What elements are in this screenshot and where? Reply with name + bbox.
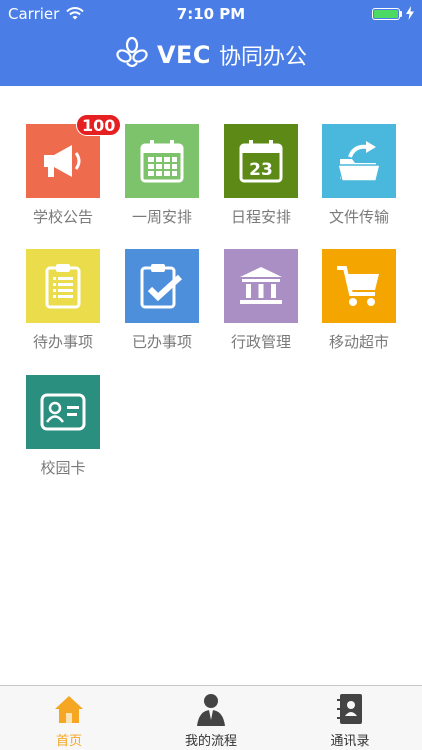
- tile-label: 文件传输: [328, 208, 389, 226]
- tile-icon-box: 23: [224, 124, 298, 198]
- status-time: 7:10 PM: [176, 5, 246, 23]
- tile-label: 待办事项: [32, 333, 93, 351]
- navigation-header: Carrier 7:10 PM VEC 协同办公: [0, 0, 422, 86]
- brand-name: VEC: [156, 41, 212, 69]
- tile-icon-box: [125, 249, 199, 323]
- tile-completed[interactable]: 已办事项: [125, 249, 199, 352]
- tile-icon-box: 100: [26, 114, 122, 198]
- tile-icon-box: [322, 249, 396, 323]
- tile-weekly-schedule[interactable]: 一周安排: [125, 124, 199, 227]
- calendar-day-icon: 23: [239, 140, 283, 183]
- tile-label: 行政管理: [230, 333, 291, 351]
- tab-contacts[interactable]: 通讯录: [305, 692, 395, 749]
- flower-logo-icon: [115, 36, 149, 74]
- tile-agenda[interactable]: 23 日程安排: [224, 124, 298, 227]
- tab-label: 我的流程: [184, 734, 237, 749]
- tab-bar: 首页 我的流程 通讯录: [0, 685, 422, 750]
- tile-file-transfer[interactable]: 文件传输: [322, 124, 396, 227]
- tile-todo[interactable]: 待办事项: [26, 249, 100, 352]
- tile-label: 一周安排: [131, 208, 192, 226]
- tile-icon-box: [125, 124, 199, 198]
- tile-icon-box: [26, 249, 100, 323]
- clipboard-list-icon: [45, 264, 81, 309]
- status-bar: Carrier 7:10 PM: [0, 0, 422, 30]
- tab-my-workflow[interactable]: 我的流程: [166, 692, 256, 749]
- government-building-icon: [240, 267, 282, 304]
- notification-badge: 100: [76, 114, 122, 136]
- tile-campus-card[interactable]: 校园卡: [26, 375, 100, 478]
- tile-icon-box: [26, 375, 100, 449]
- calendar-day-number: 23: [249, 160, 273, 180]
- shopping-cart-icon: [337, 266, 379, 306]
- tile-icon-box: [224, 249, 298, 323]
- folder-share-icon: [337, 141, 381, 182]
- page-title: 协同办公: [219, 45, 308, 70]
- id-card-icon: [40, 393, 86, 431]
- calendar-grid-icon: [140, 140, 184, 183]
- megaphone-icon: [44, 145, 81, 177]
- person-icon: [197, 694, 225, 726]
- battery-icon: [372, 8, 400, 20]
- tab-label: 首页: [55, 734, 82, 749]
- tile-label: 日程安排: [230, 208, 291, 226]
- tile-label: 校园卡: [40, 459, 86, 477]
- tab-home[interactable]: 首页: [24, 692, 114, 749]
- tile-administration[interactable]: 行政管理: [224, 249, 298, 352]
- tile-label: 学校公告: [32, 208, 93, 226]
- home-icon: [55, 696, 83, 723]
- tile-school-announcement[interactable]: 100 学校公告: [26, 114, 122, 227]
- charging-icon: [406, 6, 414, 24]
- tile-mobile-mart[interactable]: 移动超市: [322, 249, 396, 352]
- battery-cap: [400, 11, 402, 17]
- clipboard-check-icon: [140, 264, 183, 309]
- app-title: VEC 协同办公: [0, 36, 422, 74]
- tile-label: 移动超市: [328, 333, 389, 351]
- tab-label: 通讯录: [330, 734, 370, 749]
- tile-icon-box: [322, 124, 396, 198]
- tile-label: 已办事项: [131, 333, 192, 351]
- contacts-book-icon: [337, 694, 362, 724]
